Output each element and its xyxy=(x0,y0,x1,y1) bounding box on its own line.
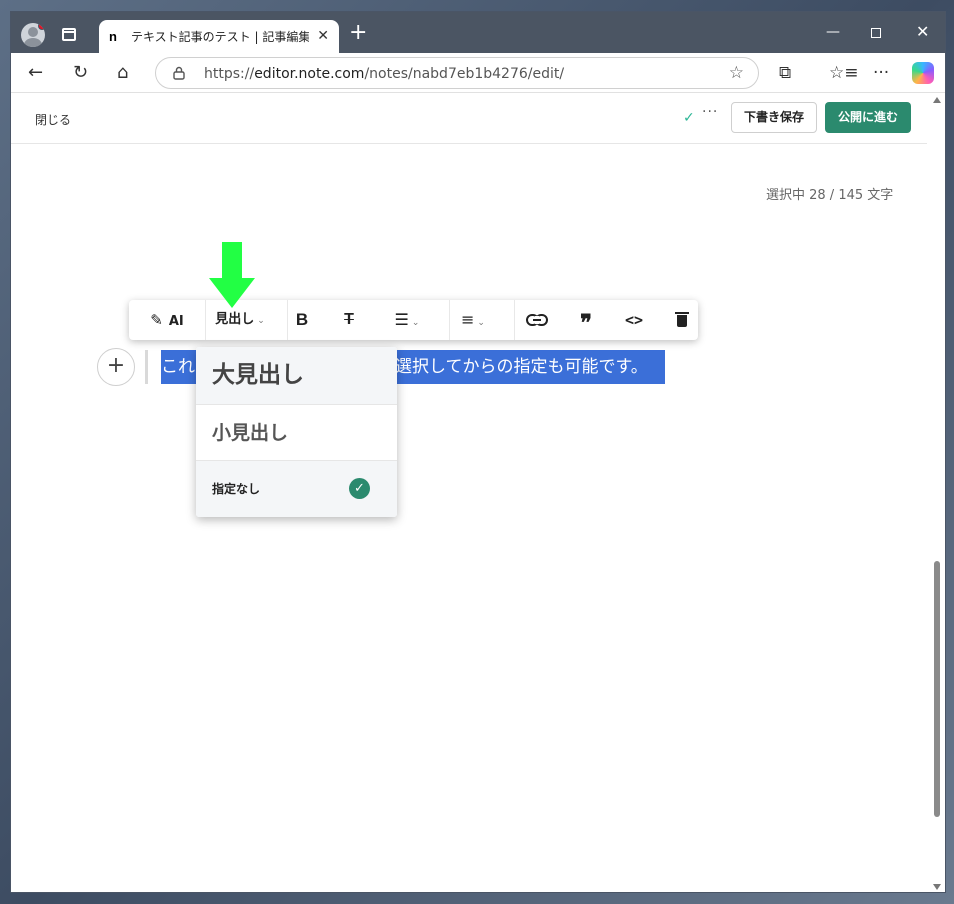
avatar-body xyxy=(24,38,42,47)
code-button[interactable]: <> xyxy=(619,300,649,340)
lock-icon[interactable] xyxy=(173,66,185,80)
align-left-icon: ≡ xyxy=(461,310,475,329)
heading-option-none[interactable]: 指定なし ✓ xyxy=(196,461,397,517)
check-circle-icon: ✓ xyxy=(349,478,370,499)
character-count: 選択中 28 / 145 文字 xyxy=(766,188,894,203)
favorite-star-icon[interactable]: ☆ xyxy=(729,63,744,83)
more-menu-icon[interactable]: ··· xyxy=(873,63,889,83)
chevron-down-icon: ⌄ xyxy=(411,318,420,328)
align-dropdown-button[interactable]: ≡ ⌄ xyxy=(451,300,495,340)
annotation-arrow-icon xyxy=(209,242,255,308)
profile-avatar[interactable] xyxy=(21,23,45,47)
list-dropdown-button[interactable]: ☰ ⌄ xyxy=(385,300,429,340)
heading-option-label: 指定なし xyxy=(212,482,261,496)
toolbar-divider xyxy=(449,300,450,340)
scroll-down-icon[interactable] xyxy=(933,884,941,890)
note-favicon-icon: n xyxy=(109,29,117,44)
copilot-icon[interactable] xyxy=(912,62,934,84)
chevron-down-icon: ⌄ xyxy=(257,316,265,326)
tab-strip: n テキスト記事のテスト | 記事編集 | note ✕ + — ✕ xyxy=(11,12,945,54)
heading-option-small[interactable]: 小見出し xyxy=(196,405,397,461)
extensions-icon[interactable]: ⧉ xyxy=(779,63,791,83)
url-path: /notes/nabd7eb1b4276/edit/ xyxy=(364,66,565,82)
strikethrough-button[interactable]: T xyxy=(336,300,362,340)
url-host: editor.note.com xyxy=(254,66,365,82)
link-icon xyxy=(526,314,548,326)
url-scheme: https:// xyxy=(204,66,255,82)
maximize-button[interactable] xyxy=(871,28,881,38)
block-indicator xyxy=(145,350,148,384)
tab-active[interactable]: n テキスト記事のテスト | 記事編集 | note ✕ xyxy=(99,20,339,54)
heading-option-label: 小見出し xyxy=(212,422,289,444)
saved-check-icon: ✓ xyxy=(683,110,695,126)
heading-option-large[interactable]: 大見出し xyxy=(196,347,397,405)
toolbar-divider xyxy=(514,300,515,340)
avatar-head xyxy=(28,27,38,37)
chevron-down-icon: ⌄ xyxy=(477,318,485,328)
magic-wand-icon: ✎ xyxy=(150,311,163,329)
save-draft-button[interactable]: 下書き保存 xyxy=(731,102,817,133)
scroll-up-icon[interactable] xyxy=(933,97,941,103)
navigation-bar: ← ↻ ⌂ https://editor.note.com/notes/nabd… xyxy=(11,53,945,93)
heading-menu: 大見出し 小見出し 指定なし ✓ xyxy=(196,347,397,517)
tab-close-icon[interactable]: ✕ xyxy=(317,28,329,44)
quote-button[interactable]: ❞ xyxy=(573,300,599,340)
window-close-button[interactable]: ✕ xyxy=(916,24,929,40)
close-link[interactable]: 閉じる xyxy=(35,111,71,128)
editor-header: 閉じる ✓ ··· 下書き保存 公開に進む xyxy=(11,94,927,144)
publish-button[interactable]: 公開に進む xyxy=(825,102,911,133)
back-icon[interactable]: ← xyxy=(28,63,43,83)
workspaces-icon[interactable] xyxy=(62,28,76,41)
add-block-button[interactable]: + xyxy=(97,348,135,386)
list-icon: ☰ xyxy=(394,310,409,329)
tab-title: テキスト記事のテスト | 記事編集 | note xyxy=(131,30,309,44)
toolbar-divider xyxy=(287,300,288,340)
favorites-icon[interactable]: ☆≡ xyxy=(829,63,858,83)
page-scrollbar[interactable] xyxy=(929,94,945,892)
url-text: https://editor.note.com/notes/nabd7eb1b4… xyxy=(204,66,564,82)
notification-dot xyxy=(38,23,45,30)
trash-icon xyxy=(675,312,689,327)
scrollbar-thumb[interactable] xyxy=(934,561,940,817)
home-icon[interactable]: ⌂ xyxy=(117,63,128,83)
address-bar[interactable]: https://editor.note.com/notes/nabd7eb1b4… xyxy=(155,57,759,89)
browser-window: n テキスト記事のテスト | 記事編集 | note ✕ + — ✕ ← ↻ ⌂… xyxy=(10,11,946,893)
editor-page: 閉じる ✓ ··· 下書き保存 公開に進む 選択中 28 / 145 文字 + … xyxy=(11,94,931,892)
header-more-icon[interactable]: ··· xyxy=(702,104,718,120)
reload-icon[interactable]: ↻ xyxy=(73,63,88,83)
bold-button[interactable]: B xyxy=(289,300,315,340)
delete-button[interactable] xyxy=(669,300,695,340)
text-before: これ xyxy=(161,357,195,377)
ai-label: AI xyxy=(168,314,184,329)
link-button[interactable] xyxy=(524,300,550,340)
minimize-button[interactable]: — xyxy=(826,24,840,40)
new-tab-button[interactable]: + xyxy=(349,22,367,44)
heading-label: 見出し xyxy=(215,312,255,327)
text-after: 選択してからの指定も可能です。 xyxy=(395,357,648,377)
heading-option-label: 大見出し xyxy=(212,362,304,388)
ai-button[interactable]: ✎ AI xyxy=(137,300,197,340)
